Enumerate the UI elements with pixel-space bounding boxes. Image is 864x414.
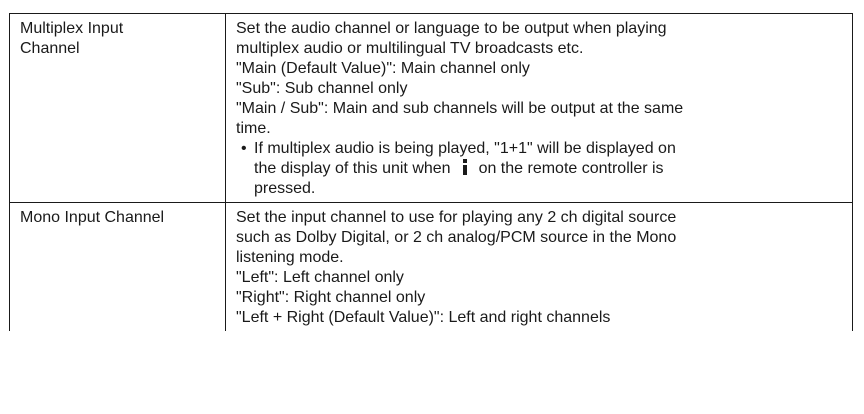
note-line: the display of this unit when on the remo… — [254, 159, 842, 179]
setting-description-cell: Set the audio channel or language to be … — [225, 13, 853, 203]
description-line: Set the audio channel or language to be … — [236, 20, 667, 37]
setting-name-line: Multiplex Input — [20, 20, 124, 37]
description-line: listening mode. — [236, 249, 344, 266]
description-line: such as Dolby Digital, or 2 ch analog/PC… — [236, 229, 677, 246]
note-line: If multiplex audio is being played, "1+1… — [254, 140, 676, 157]
setting-name-cell: Multiplex Input Channel — [9, 13, 226, 203]
table-row-multiplex-input-channel: Multiplex Input Channel Set the audio ch… — [9, 13, 853, 203]
note-text-after-icon: on the remote controller is — [478, 160, 664, 177]
info-icon — [451, 159, 479, 175]
description-line: time. — [236, 120, 271, 137]
description-line: multiplex audio or multilingual TV broad… — [236, 40, 584, 57]
setting-description-cell: Set the input channel to use for playing… — [225, 202, 853, 331]
description-line: "Left + Right (Default Value)": Left and… — [236, 309, 611, 326]
description-line: "Right": Right channel only — [236, 289, 426, 306]
note-line: pressed. — [254, 180, 316, 197]
description-line: "Left": Left channel only — [236, 269, 404, 286]
note-bullet-item: • If multiplex audio is being played, "1… — [236, 139, 842, 199]
settings-table: Multiplex Input Channel Set the audio ch… — [9, 13, 853, 331]
description-line: Set the input channel to use for playing… — [236, 209, 677, 226]
setting-name-cell: Mono Input Channel — [9, 202, 226, 331]
setting-name-line: Mono Input Channel — [20, 209, 165, 226]
bullet-mark: • — [241, 140, 247, 157]
description-line: "Main (Default Value)": Main channel onl… — [236, 60, 530, 77]
note-text: If multiplex audio is being played, "1+1… — [254, 139, 842, 199]
description-line: "Sub": Sub channel only — [236, 80, 408, 97]
setting-name-line: Channel — [20, 40, 80, 57]
description-line: "Main / Sub": Main and sub channels will… — [236, 100, 684, 117]
table-row-mono-input-channel: Mono Input Channel Set the input channel… — [9, 202, 853, 331]
note-text-before-icon: the display of this unit when — [254, 160, 451, 177]
